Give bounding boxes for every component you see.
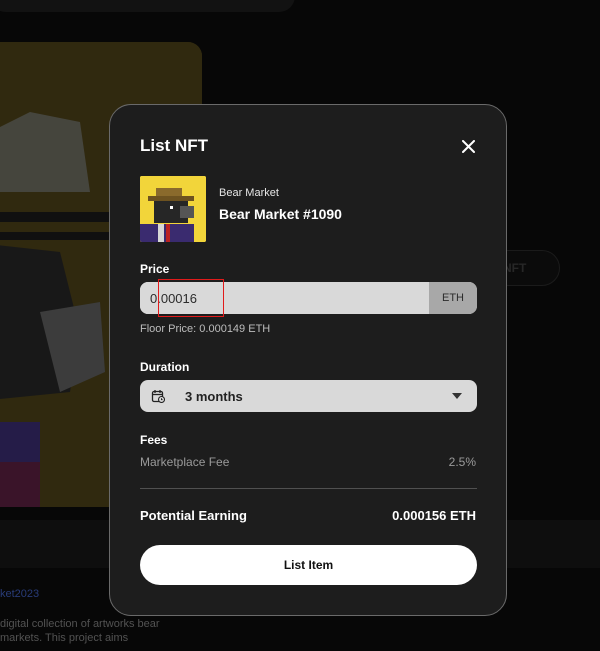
price-unit: ETH [429,282,477,314]
price-label: Price [140,262,170,276]
fees-label: Fees [140,433,168,447]
duration-label: Duration [140,360,190,374]
duration-value: 3 months [185,388,243,404]
calendar-icon [151,390,165,403]
floor-price: Floor Price: 0.000149 ETH [140,323,271,335]
duration-select[interactable]: 3 months [140,380,477,412]
marketplace-fee-label: Marketplace Fee [140,455,230,469]
price-field: ETH [140,282,477,314]
list-nft-modal: List NFT Bear Market Bear Market #1090 P… [109,104,507,616]
collection-name: Bear Market [219,187,279,199]
close-icon [461,139,475,153]
price-input[interactable] [140,282,429,314]
marketplace-fee-value: 2.5% [448,455,476,469]
nft-thumbnail [140,176,206,242]
close-button[interactable] [458,136,478,156]
list-item-button[interactable]: List Item [140,545,477,585]
modal-title: List NFT [140,136,208,155]
chevron-down-icon [452,393,462,399]
divider [140,488,477,489]
potential-earning-label: Potential Earning [140,508,247,523]
potential-earning-value: 0.000156 ETH [392,508,476,523]
nft-name: Bear Market #1090 [219,206,342,222]
